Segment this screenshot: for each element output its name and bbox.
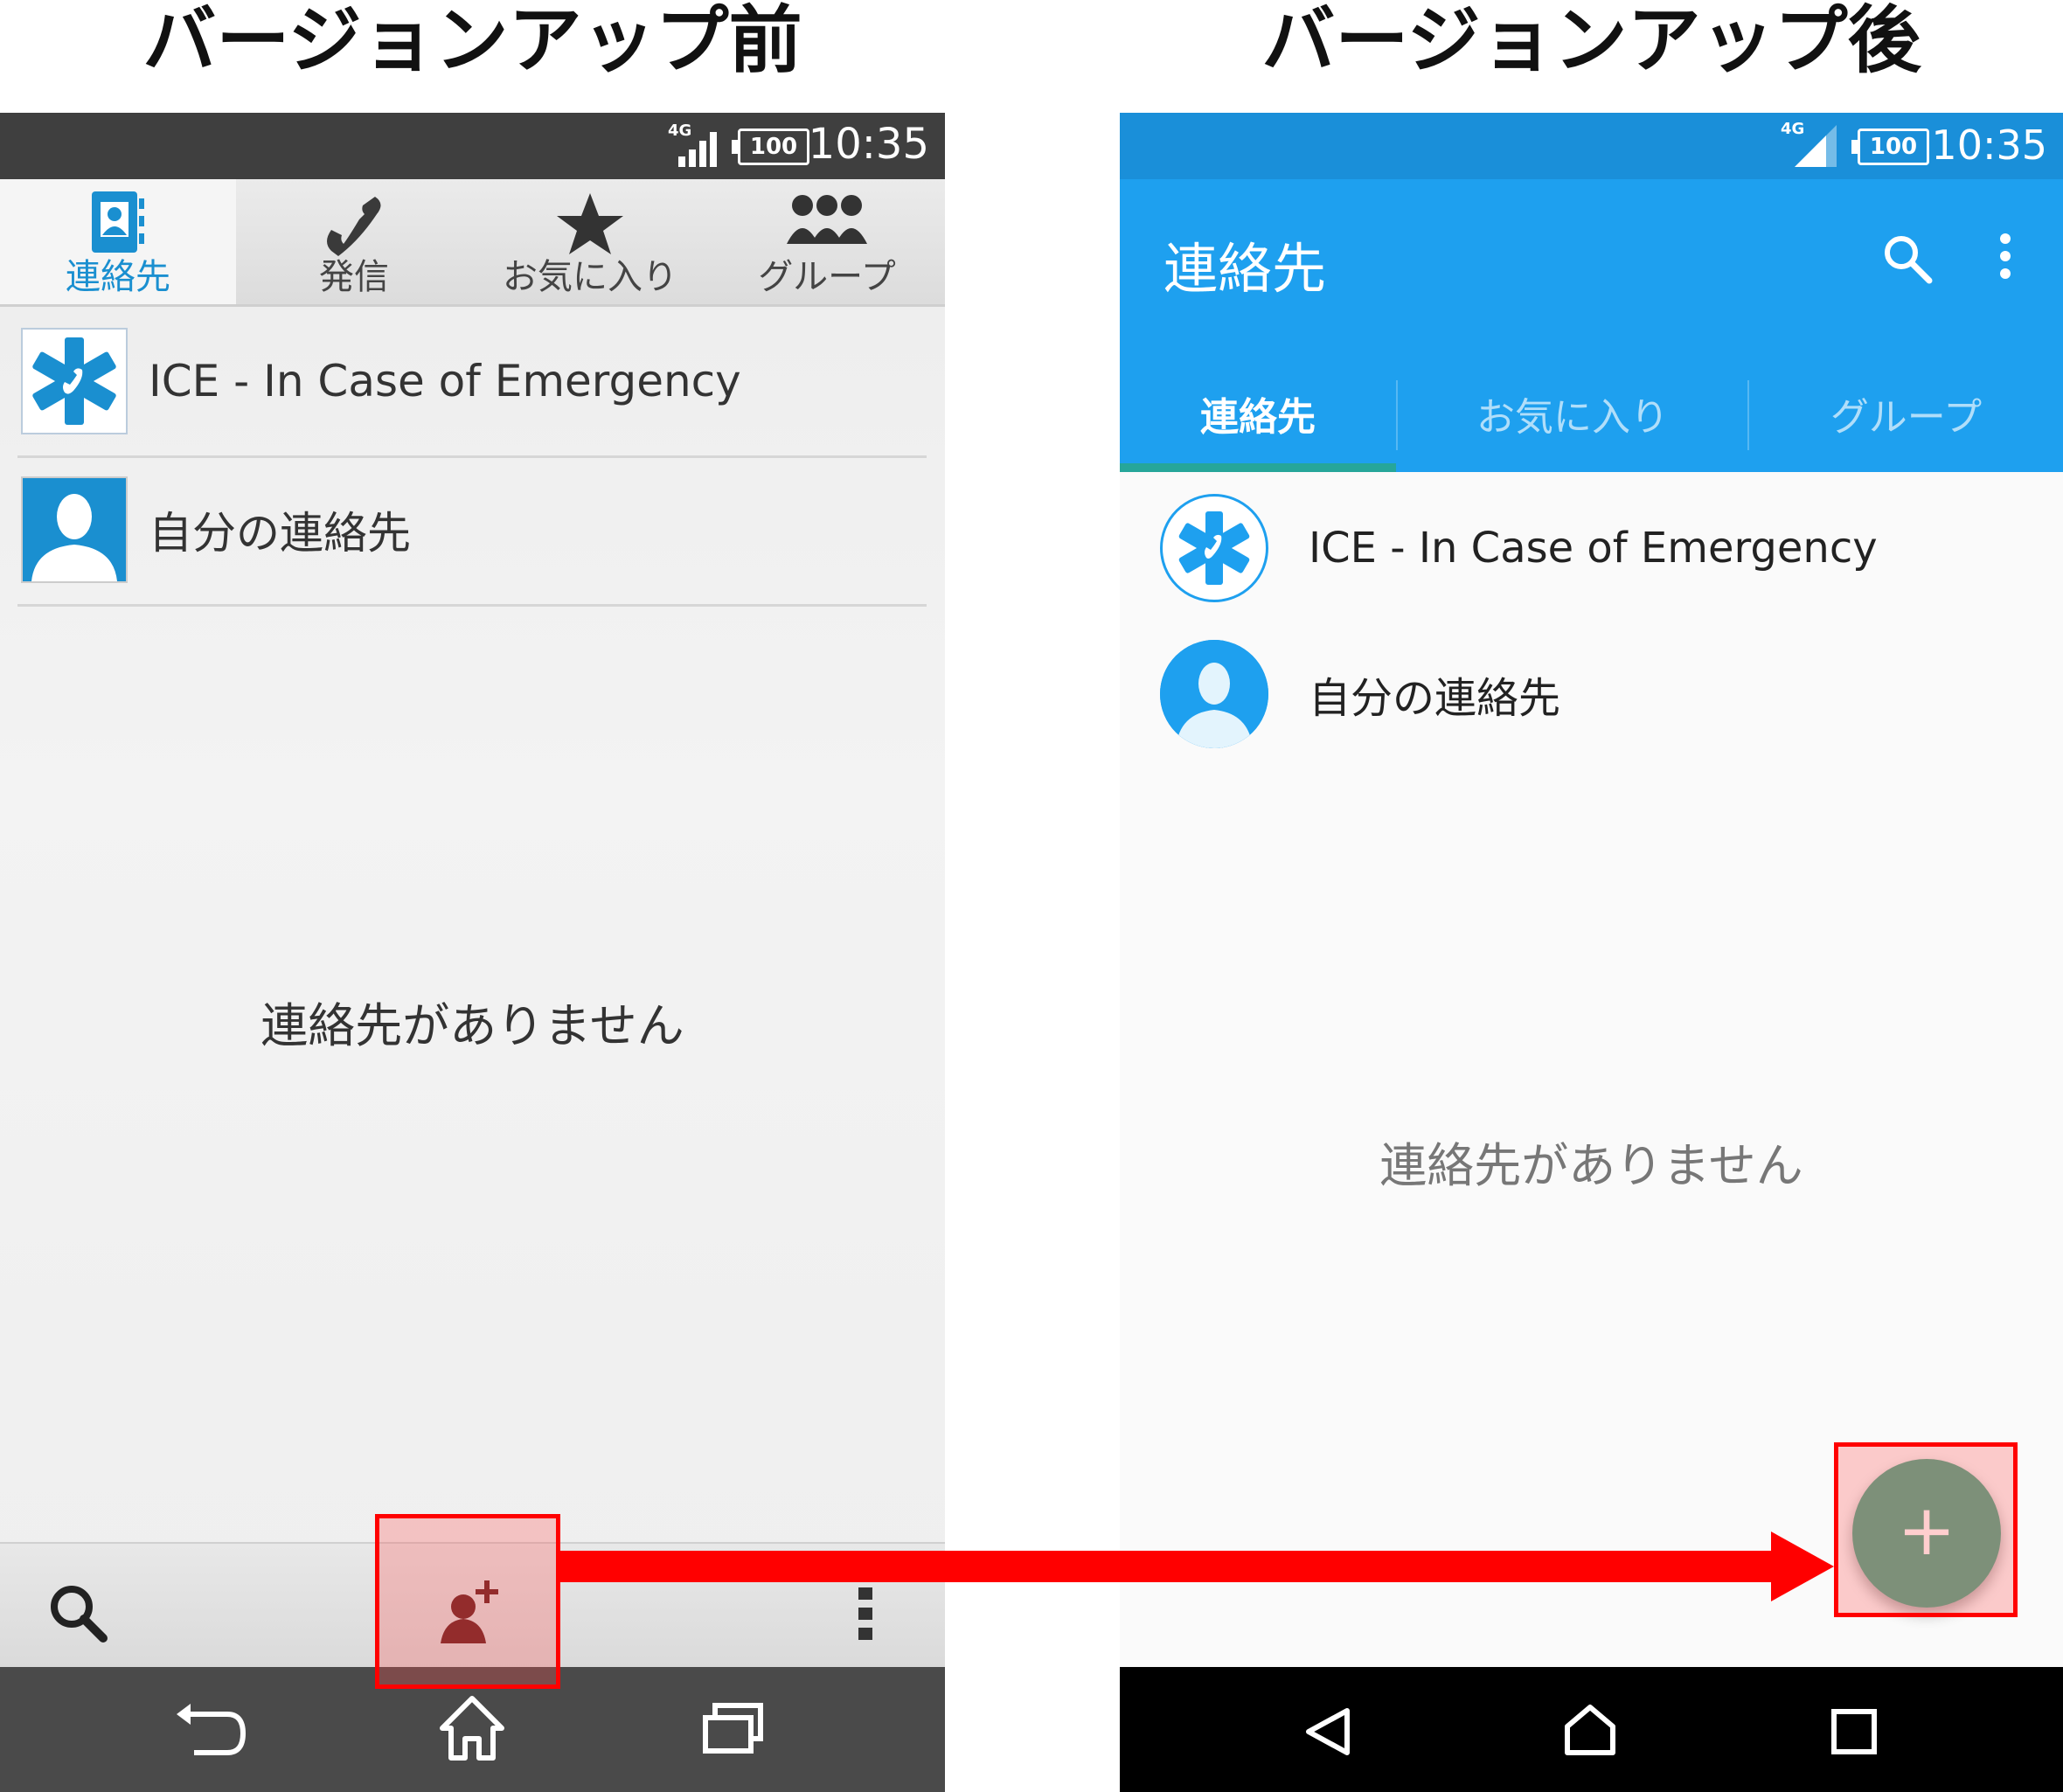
tab-label: 連絡先	[66, 257, 170, 297]
contact-name: 自分の連絡先	[1309, 674, 1561, 723]
contact-row-self[interactable]: 自分の連絡先	[17, 455, 927, 607]
tab-contacts[interactable]: 連絡先	[1120, 363, 1396, 472]
back-icon[interactable]	[175, 1702, 248, 1760]
system-nav-bar	[1120, 1667, 2063, 1792]
person-silhouette-icon	[1160, 640, 1268, 748]
home-icon[interactable]	[1562, 1702, 1618, 1758]
contact-row-ice[interactable]: ICE - In Case of Emergency	[1160, 478, 2034, 618]
battery-icon: 100	[1851, 128, 1929, 165]
tab-indicator	[1120, 463, 1396, 472]
app-bar: 連絡先 連絡先 お気に入り グループ	[1120, 179, 2063, 472]
overflow-menu-icon[interactable]	[857, 1586, 874, 1642]
tab-groups[interactable]: グループ	[709, 179, 945, 304]
status-bar: 4G 100 10:35	[0, 113, 945, 179]
signal-icon	[678, 132, 717, 167]
recents-icon[interactable]	[1831, 1709, 1877, 1754]
self-avatar	[21, 476, 128, 583]
status-bar: 4G 100 10:35	[1120, 113, 2063, 179]
self-avatar	[1160, 640, 1268, 748]
tab-label: お気に入り	[503, 257, 677, 297]
tab-label: グループ	[758, 257, 896, 297]
empty-message: 連絡先がありません	[260, 998, 684, 1053]
tab-favorites[interactable]: お気に入り	[1398, 363, 1747, 472]
contacts-book-icon	[92, 191, 144, 253]
back-icon[interactable]	[1303, 1705, 1352, 1758]
overflow-menu-icon[interactable]	[1997, 232, 2014, 281]
signal-icon	[1795, 125, 1837, 167]
tab-favorites[interactable]: お気に入り	[472, 179, 708, 304]
recents-icon[interactable]	[703, 1702, 764, 1754]
highlight-new-fab	[1834, 1442, 2018, 1617]
arrow-head-icon	[1771, 1532, 1834, 1601]
tab-label: 発信	[319, 257, 389, 297]
ice-star-of-life-icon	[1178, 511, 1250, 585]
highlight-old-add-button	[375, 1514, 560, 1689]
tab-groups[interactable]: グループ	[1749, 363, 2063, 472]
search-icon[interactable]	[47, 1582, 108, 1643]
contact-row-ice[interactable]: ICE - In Case of Emergency	[17, 307, 927, 458]
contact-name: ICE - In Case of Emergency	[1309, 524, 1878, 573]
ice-avatar	[21, 328, 128, 434]
heading-before: バージョンアップ前	[142, 0, 802, 83]
search-icon[interactable]	[1880, 232, 1933, 284]
arrow-shaft	[560, 1551, 1775, 1582]
group-icon	[787, 195, 867, 244]
ice-avatar	[1160, 494, 1268, 602]
clock: 10:35	[1931, 122, 2047, 169]
person-silhouette-icon	[23, 478, 126, 581]
ice-star-of-life-icon	[23, 330, 126, 433]
tab-dial[interactable]: 発信	[236, 179, 472, 304]
app-title: 連絡先	[1163, 237, 1327, 301]
battery-icon: 100	[732, 128, 809, 165]
tab-contacts[interactable]: 連絡先	[0, 179, 236, 304]
contact-name: ICE - In Case of Emergency	[149, 356, 741, 406]
heading-after: バージョンアップ後	[1261, 0, 1921, 83]
contact-row-self[interactable]: 自分の連絡先	[1160, 624, 2034, 764]
empty-message: 連絡先がありません	[1379, 1138, 1803, 1193]
clock: 10:35	[808, 120, 929, 169]
tab-bar: 連絡先 発信 お気に入り グループ	[0, 179, 945, 307]
contact-name: 自分の連絡先	[149, 508, 411, 559]
home-icon[interactable]	[437, 1693, 507, 1763]
